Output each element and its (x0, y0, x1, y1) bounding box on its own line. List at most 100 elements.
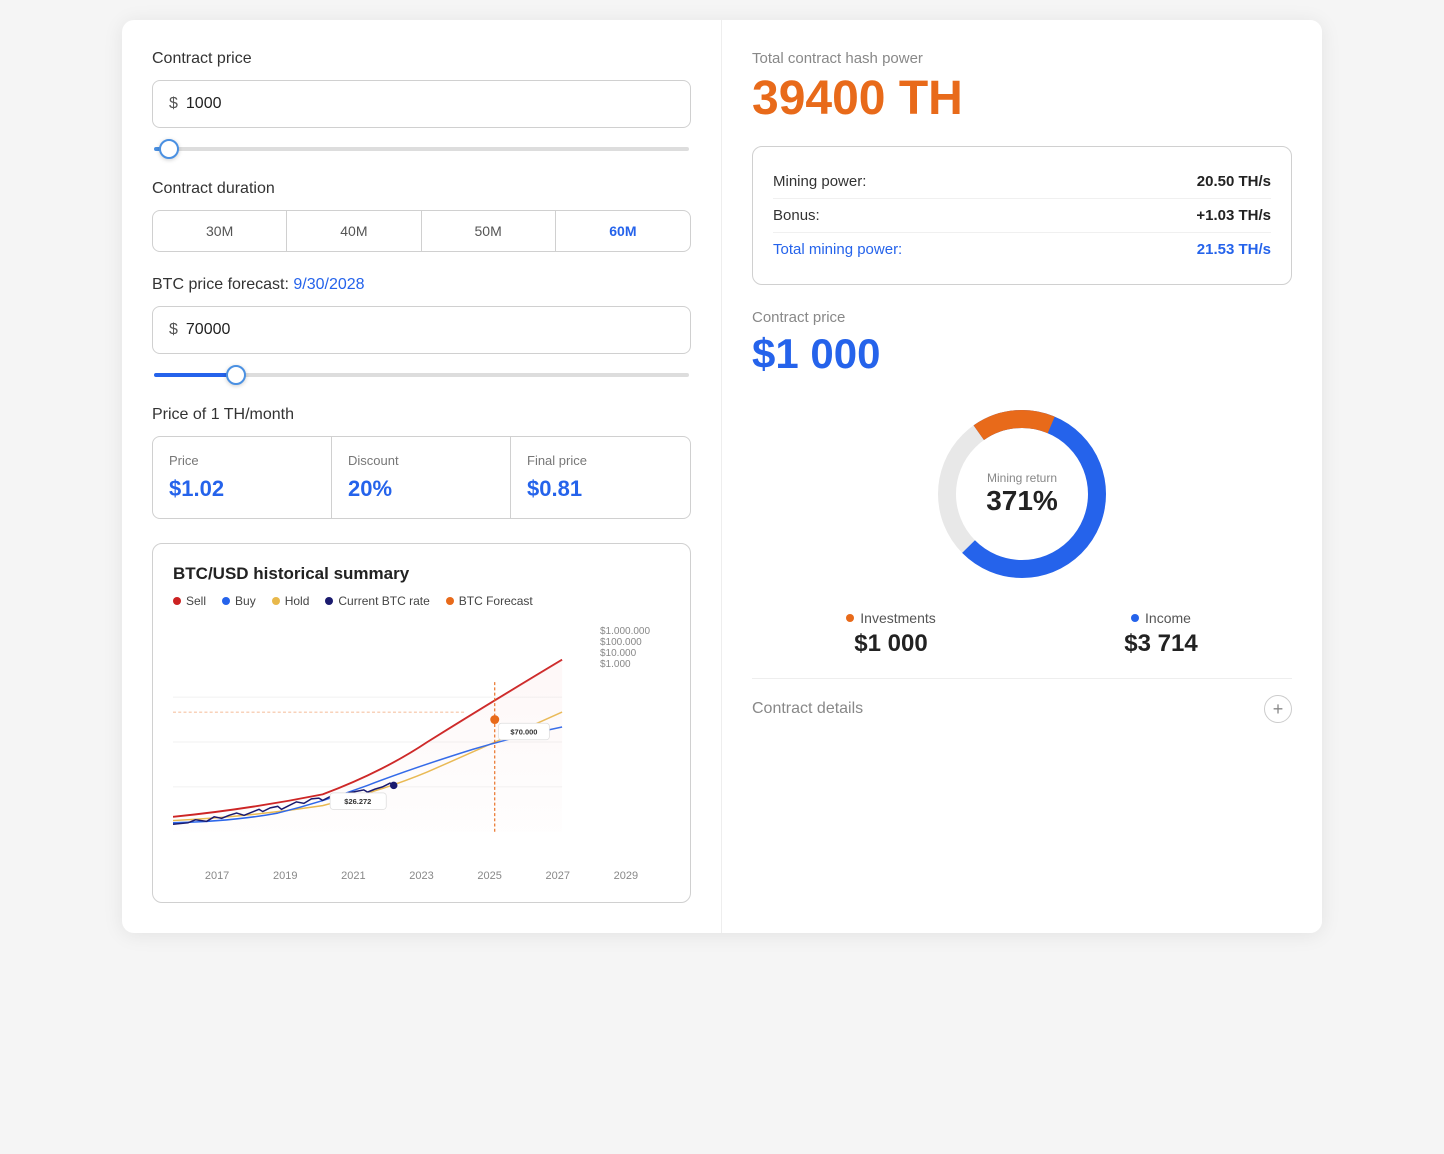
price-card-price: Price $1.02 (153, 437, 332, 518)
investments-value: $1 000 (846, 630, 935, 658)
svg-text:$26.272: $26.272 (344, 797, 371, 806)
price-card-discount-value: 20% (348, 476, 494, 502)
x-axis-labels: 2017 2019 2021 2023 2025 2027 2029 (173, 870, 670, 882)
price-card-final-label: Final price (527, 453, 674, 468)
chart-legend: Sell Buy Hold Current BTC rate BTC Forec… (173, 594, 670, 608)
legend-sell-dot (173, 597, 181, 605)
legend-buy-label: Buy (235, 594, 256, 608)
btc-price-input-box: $ (152, 306, 691, 354)
y-label-100k: $100.000 (600, 637, 670, 648)
duration-tab-50m[interactable]: 50M (422, 211, 556, 251)
donut-center-label: Mining return (986, 471, 1058, 485)
btc-price-slider[interactable] (154, 373, 689, 377)
duration-tab-30m[interactable]: 30M (153, 211, 287, 251)
right-panel: Total contract hash power 39400 TH Minin… (722, 20, 1322, 933)
x-label-2029: 2029 (614, 870, 638, 882)
cp-value: $1 000 (752, 330, 1292, 378)
donut-center: Mining return 371% (986, 471, 1058, 517)
price-card-price-value: $1.02 (169, 476, 315, 502)
invest-income-row: Investments $1 000 Income $3 714 (752, 610, 1292, 658)
mining-details-box: Mining power: 20.50 TH/s Bonus: +1.03 TH… (752, 146, 1292, 285)
contract-price-section: Contract price $ (152, 50, 691, 156)
donut-wrapper: Mining return 371% (922, 394, 1122, 594)
svg-text:$70.000: $70.000 (510, 728, 537, 737)
income-item: Income $3 714 (1124, 610, 1197, 658)
legend-btc-forecast-dot (446, 597, 454, 605)
x-label-2025: 2025 (477, 870, 501, 882)
contract-price-slider[interactable] (154, 147, 689, 151)
legend-btc-forecast-label: BTC Forecast (459, 594, 533, 608)
income-dot-label: Income (1124, 610, 1197, 626)
hash-power-section: Total contract hash power 39400 TH Minin… (752, 50, 1292, 285)
investments-dot-label: Investments (846, 610, 935, 626)
x-label-2019: 2019 (273, 870, 297, 882)
btc-forecast-section: BTC price forecast: 9/30/2028 $ (152, 276, 691, 382)
legend-sell-label: Sell (186, 594, 206, 608)
y-axis-labels: $1.000.000 $100.000 $10.000 $1.000 (600, 622, 670, 674)
main-container: Contract price $ Contract duration 30M 4… (122, 20, 1322, 933)
hash-power-value: 39400 TH (752, 71, 1292, 126)
duration-tabs: 30M 40M 50M 60M (152, 210, 691, 252)
chart-svg: $26.272 $70.000 (173, 622, 592, 862)
contract-price-right-section: Contract price $1 000 (752, 309, 1292, 378)
legend-hold-dot (272, 597, 280, 605)
mining-power-value: 20.50 TH/s (1197, 173, 1271, 190)
price-card-discount-label: Discount (348, 453, 494, 468)
investments-dot (846, 614, 854, 622)
investments-label: Investments (860, 610, 935, 626)
contract-price-input-box: $ (152, 80, 691, 128)
chart-section: BTC/USD historical summary Sell Buy Hold… (152, 543, 691, 903)
price-th-section: Price of 1 TH/month Price $1.02 Discount… (152, 406, 691, 519)
y-label-10k: $10.000 (600, 648, 670, 659)
income-value: $3 714 (1124, 630, 1197, 658)
price-card-price-label: Price (169, 453, 315, 468)
btc-price-slider-container (152, 364, 691, 382)
x-label-2023: 2023 (409, 870, 433, 882)
btc-forecast-label: BTC price forecast: 9/30/2028 (152, 276, 691, 294)
btc-price-input[interactable] (186, 321, 674, 339)
x-label-2021: 2021 (341, 870, 365, 882)
contract-details-row: Contract details + (752, 678, 1292, 723)
left-panel: Contract price $ Contract duration 30M 4… (122, 20, 722, 933)
legend-current-btc: Current BTC rate (325, 594, 429, 608)
contract-price-input[interactable] (186, 95, 674, 113)
total-mining-row: Total mining power: 21.53 TH/s (773, 233, 1271, 266)
legend-current-btc-dot (325, 597, 333, 605)
chart-title: BTC/USD historical summary (173, 564, 670, 584)
chart-area: $26.272 $70.000 (173, 622, 592, 862)
x-label-2017: 2017 (205, 870, 229, 882)
mining-power-label: Mining power: (773, 173, 866, 190)
investments-item: Investments $1 000 (846, 610, 935, 658)
price-card-discount: Discount 20% (332, 437, 511, 518)
contract-details-expand-button[interactable]: + (1264, 695, 1292, 723)
price-card-final-value: $0.81 (527, 476, 674, 502)
btc-price-symbol: $ (169, 321, 178, 339)
y-label-1m: $1.000.000 (600, 626, 670, 637)
contract-price-slider-container (152, 138, 691, 156)
contract-details-label: Contract details (752, 700, 863, 718)
total-mining-label: Total mining power: (773, 241, 902, 258)
legend-buy-dot (222, 597, 230, 605)
btc-forecast-date-link[interactable]: 9/30/2028 (293, 276, 364, 293)
legend-current-btc-label: Current BTC rate (338, 594, 429, 608)
hash-power-label: Total contract hash power (752, 50, 1292, 67)
income-dot (1131, 614, 1139, 622)
duration-tab-40m[interactable]: 40M (287, 211, 421, 251)
chart-container: $26.272 $70.000 $1.000.000 $100.000 $10.… (173, 622, 670, 862)
contract-duration-label: Contract duration (152, 180, 691, 198)
cp-label: Contract price (752, 309, 1292, 326)
price-th-label: Price of 1 TH/month (152, 406, 691, 424)
price-card-final: Final price $0.81 (511, 437, 690, 518)
bonus-label: Bonus: (773, 207, 820, 224)
legend-hold-label: Hold (285, 594, 310, 608)
duration-tab-60m[interactable]: 60M (556, 211, 690, 251)
contract-price-label: Contract price (152, 50, 691, 68)
legend-sell: Sell (173, 594, 206, 608)
legend-buy: Buy (222, 594, 256, 608)
x-label-2027: 2027 (546, 870, 570, 882)
donut-section: Mining return 371% Investments $1 000 In… (752, 394, 1292, 658)
bonus-value: +1.03 TH/s (1196, 207, 1271, 224)
donut-center-value: 371% (986, 485, 1058, 517)
income-label: Income (1145, 610, 1191, 626)
contract-duration-section: Contract duration 30M 40M 50M 60M (152, 180, 691, 252)
